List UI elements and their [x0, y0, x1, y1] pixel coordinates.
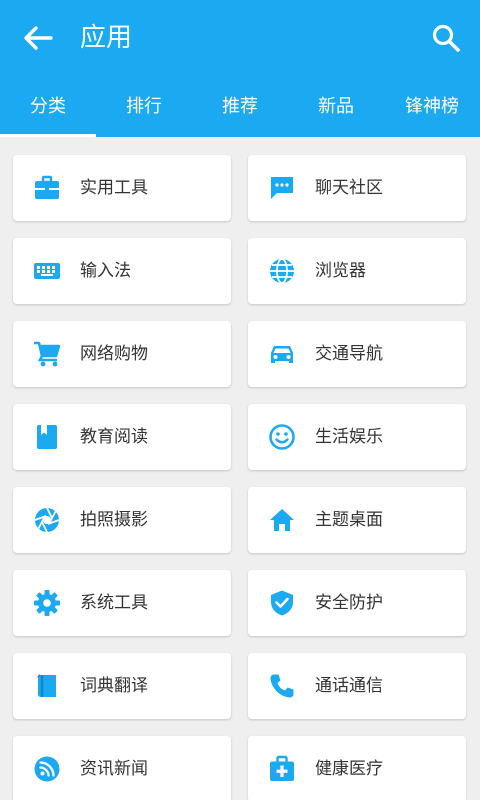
- tab-bar: 分类 排行 推荐 新品 锋神榜: [0, 78, 480, 137]
- shopping-cart-icon: [34, 341, 61, 367]
- category-label: 浏览器: [315, 261, 366, 281]
- tab-new[interactable]: 新品: [288, 78, 384, 135]
- back-button[interactable]: [18, 20, 58, 56]
- category-label: 输入法: [80, 261, 131, 281]
- category-dictionary-translation[interactable]: 词典翻译: [13, 653, 231, 719]
- category-transport-navigation[interactable]: 交通导航: [248, 321, 466, 387]
- page-title: 应用: [80, 23, 133, 53]
- shield-check-icon: [271, 590, 293, 616]
- tab-ranking[interactable]: 排行: [96, 78, 192, 135]
- phone-icon: [270, 674, 294, 698]
- category-input-method[interactable]: 输入法: [13, 238, 231, 304]
- category-label: 健康医疗: [315, 759, 383, 779]
- category-label: 词典翻译: [80, 676, 148, 696]
- search-button[interactable]: [426, 18, 466, 58]
- keyboard-icon: [34, 263, 60, 279]
- search-icon: [432, 24, 460, 52]
- arrow-left-icon: [24, 26, 53, 50]
- category-call-communication[interactable]: 通话通信: [248, 653, 466, 719]
- category-label: 交通导航: [315, 344, 383, 364]
- category-label: 系统工具: [80, 593, 148, 613]
- tab-top-chart[interactable]: 锋神榜: [384, 78, 480, 135]
- category-label: 资讯新闻: [80, 759, 148, 779]
- category-label: 通话通信: [315, 676, 383, 696]
- tab-recommend[interactable]: 推荐: [192, 78, 288, 135]
- category-label: 聊天社区: [315, 178, 383, 198]
- tab-category[interactable]: 分类: [0, 78, 96, 135]
- dictionary-icon: [37, 674, 56, 697]
- category-education-reading[interactable]: 教育阅读: [13, 404, 231, 470]
- category-photography[interactable]: 拍照摄影: [13, 487, 231, 553]
- medical-kit-icon: [270, 755, 294, 781]
- category-life-entertainment[interactable]: 生活娱乐: [248, 404, 466, 470]
- globe-icon: [270, 258, 294, 284]
- category-news[interactable]: 资讯新闻: [13, 736, 231, 800]
- category-theme-desktop[interactable]: 主题桌面: [248, 487, 466, 553]
- briefcase-icon: [35, 175, 59, 199]
- category-online-shopping[interactable]: 网络购物: [13, 321, 231, 387]
- category-label: 教育阅读: [80, 427, 148, 447]
- category-label: 安全防护: [315, 593, 383, 613]
- home-icon: [270, 509, 294, 531]
- chat-bubble-icon: [271, 177, 293, 199]
- category-label: 实用工具: [80, 178, 148, 198]
- category-security[interactable]: 安全防护: [248, 570, 466, 636]
- category-practical-tools[interactable]: 实用工具: [13, 155, 231, 221]
- app-header: 应用 分类 排行 推荐 新品 锋神榜: [0, 0, 480, 137]
- category-grid: 实用工具 聊天社区 输入法 浏览器 网络购物 交通导航 教育阅读 生活娱乐 拍照…: [0, 137, 480, 800]
- category-label: 主题桌面: [315, 510, 383, 530]
- category-label: 生活娱乐: [315, 427, 383, 447]
- category-browser[interactable]: 浏览器: [248, 238, 466, 304]
- category-chat-community[interactable]: 聊天社区: [248, 155, 466, 221]
- smiley-icon: [269, 424, 295, 450]
- category-system-tools[interactable]: 系统工具: [13, 570, 231, 636]
- category-health-medical[interactable]: 健康医疗: [248, 736, 466, 800]
- gear-icon: [34, 590, 60, 616]
- camera-aperture-icon: [34, 507, 60, 533]
- category-label: 网络购物: [80, 344, 148, 364]
- category-label: 拍照摄影: [80, 510, 148, 530]
- rss-icon: [34, 756, 60, 782]
- book-icon: [37, 425, 57, 449]
- car-icon: [271, 346, 293, 363]
